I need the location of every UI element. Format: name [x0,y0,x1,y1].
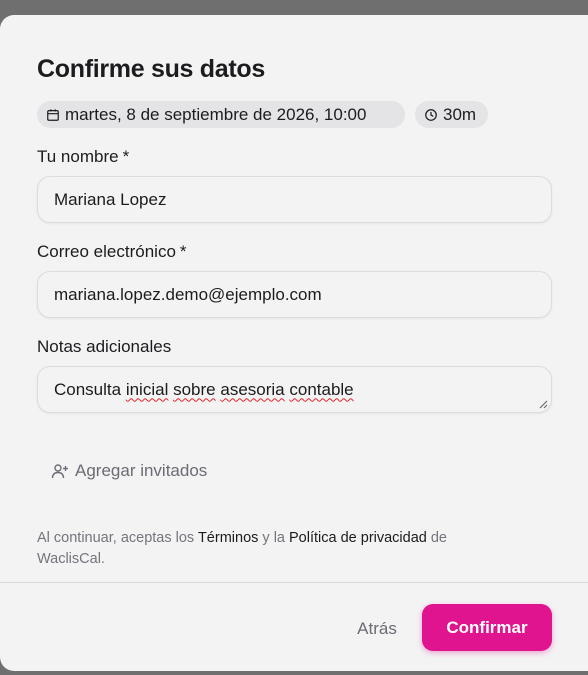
email-field-value: mariana.lopez.demo@ejemplo.com [54,284,322,304]
footer-divider [0,582,588,583]
misspelled-word: asesoria [220,379,285,399]
privacy-policy-link[interactable]: Política de privacidad [289,530,427,546]
name-label-text: Tu nombre [37,147,119,166]
add-guests-button[interactable]: Agregar invitados [51,461,207,481]
notes-textarea-value: Consulta inicial sobre asesoria contable [54,380,354,400]
notes-text-part: Consulta [54,379,126,399]
misspelled-word: sobre [173,379,216,399]
back-button[interactable]: Atrás [345,616,409,642]
legal-text: y la [258,530,290,546]
duration-chip: 30m [415,101,488,128]
duration-chip-text: 30m [443,104,477,124]
required-mark: * [122,147,130,166]
email-field[interactable]: mariana.lopez.demo@ejemplo.com [37,271,552,318]
email-label: Correo electrónico * [37,242,187,262]
misspelled-word: inicial [125,379,169,399]
clock-icon [425,108,437,121]
email-label-text: Correo electrónico [37,242,176,261]
notes-textarea[interactable]: Consulta inicial sobre asesoria contable [37,366,552,413]
legal-notice: Al continuar, aceptas los Términos y la … [37,528,507,570]
misspelled-word: contable [289,379,354,399]
calendar-icon [47,108,59,121]
legal-text: Al continuar, aceptas los [37,530,198,546]
user-plus-icon [51,464,68,479]
required-mark: * [179,242,187,261]
dialog-title: Confirme sus datos [37,55,265,83]
notes-label: Notas adicionales [37,337,172,356]
name-label: Tu nombre * [37,147,129,167]
name-field-value: Mariana Lopez [54,189,167,209]
add-guests-label: Agregar invitados [75,461,208,480]
date-chip: martes, 8 de septiembre de 2026, 10:00 [37,101,405,128]
confirm-button[interactable]: Confirmar [422,604,552,651]
terms-link[interactable]: Términos [198,530,258,546]
resize-handle-icon[interactable] [538,399,548,409]
date-chip-text: martes, 8 de septiembre de 2026, 10:00 [65,104,367,124]
name-field[interactable]: Mariana Lopez [37,176,552,223]
confirm-details-dialog: Confirme sus datos martes, 8 de septiemb… [0,15,588,671]
